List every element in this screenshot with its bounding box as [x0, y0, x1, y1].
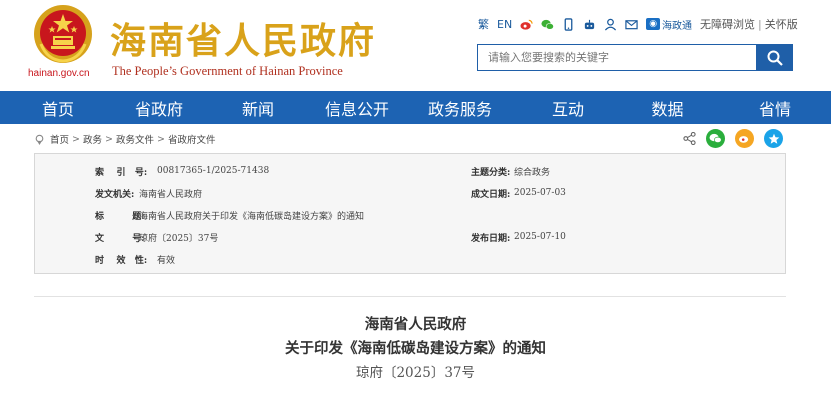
- document-metadata-table: 索 引 号: 00817365-1/2025-71438 主题分类: 综合政务 …: [34, 153, 786, 274]
- nav-item-services[interactable]: 政务服务: [400, 91, 520, 124]
- search-input[interactable]: [478, 45, 756, 70]
- header-toolbar: 繁 EN ◉ 海政通 无障碍浏览 | 关怀版: [478, 14, 798, 34]
- site-subtitle: The People’s Government of Hainan Provin…: [112, 64, 343, 78]
- wechat-share-icon[interactable]: [706, 129, 725, 148]
- meta-value-docno: 琼府〔2025〕37号: [139, 233, 219, 244]
- meta-row: 时 效 性: 有效: [35, 249, 785, 269]
- meta-value-published: 2025-07-10: [514, 232, 566, 242]
- app-badge-icon[interactable]: ◉: [646, 18, 661, 30]
- breadcrumb-affairs[interactable]: 政务: [83, 132, 102, 146]
- content-divider: [34, 296, 786, 297]
- mobile-icon[interactable]: [562, 17, 575, 31]
- weibo-icon[interactable]: [520, 18, 533, 31]
- star-icon[interactable]: [764, 129, 783, 148]
- nav-item-interaction[interactable]: 互动: [520, 91, 616, 124]
- meta-value-topic: 综合政务: [514, 167, 551, 178]
- meta-value-created: 2025-07-03: [514, 188, 566, 198]
- breadcrumb-separator: >: [72, 133, 80, 145]
- nav-item-home[interactable]: 首页: [0, 91, 116, 124]
- robot-icon[interactable]: [583, 18, 596, 31]
- site-header: hainan.gov.cn 海南省人民政府 The People’s Gover…: [0, 0, 831, 91]
- document-title: 关于印发《海南低碳岛建设方案》的通知: [285, 340, 546, 357]
- nav-item-government[interactable]: 省政府: [116, 91, 202, 124]
- app-link[interactable]: 海政通: [662, 17, 692, 32]
- national-emblem-icon[interactable]: [33, 4, 93, 64]
- accessibility-link[interactable]: 无障碍浏览: [700, 16, 755, 32]
- document-number: 琼府〔2025〕37号: [355, 365, 476, 381]
- site-title[interactable]: 海南省人民政府: [110, 12, 376, 64]
- meta-label-published: 发布日期:: [471, 233, 511, 244]
- meta-label-index: 索 引 号:: [95, 167, 148, 178]
- meta-row: 发文机关: 海南省人民政府 成文日期: 2025-07-03: [35, 183, 785, 203]
- tool-separator: |: [758, 17, 762, 31]
- mail-icon[interactable]: [625, 18, 638, 31]
- search-box: [477, 44, 757, 71]
- elderly-mode-link[interactable]: 关怀版: [765, 16, 798, 32]
- meta-row: 文 号: 琼府〔2025〕37号 发布日期: 2025-07-10: [35, 227, 785, 247]
- breadcrumb-provincial-documents[interactable]: 省政府文件: [168, 132, 216, 146]
- share-bar: [683, 129, 783, 148]
- breadcrumb-separator: >: [105, 133, 113, 145]
- meta-row: 索 引 号: 00817365-1/2025-71438 主题分类: 综合政务: [35, 161, 785, 181]
- meta-label-validity: 时 效 性:: [95, 255, 148, 266]
- nav-item-info-disclosure[interactable]: 信息公开: [314, 91, 400, 124]
- nav-item-province-info[interactable]: 省情: [719, 91, 831, 124]
- nav-item-news[interactable]: 新闻: [202, 91, 314, 124]
- meta-label-issuer: 发文机关:: [95, 189, 135, 200]
- meta-label-created: 成文日期:: [471, 189, 511, 200]
- wechat-icon[interactable]: [541, 18, 555, 31]
- english-link[interactable]: EN: [497, 14, 512, 34]
- home-icon: [35, 134, 44, 145]
- traditional-chinese-link[interactable]: 繁: [478, 14, 489, 34]
- weibo-share-icon[interactable]: [735, 129, 754, 148]
- meta-value-title: 海南省人民政府关于印发《海南低碳岛建设方案》的通知: [139, 211, 365, 222]
- meta-label-docno: 文 号:: [95, 233, 145, 244]
- search-icon: [767, 50, 783, 66]
- meta-value-validity: 有效: [157, 255, 176, 266]
- nav-item-data[interactable]: 数据: [616, 91, 719, 124]
- user-icon[interactable]: [604, 18, 617, 31]
- meta-value-issuer: 海南省人民政府: [139, 189, 203, 200]
- breadcrumb-documents[interactable]: 政务文件: [116, 132, 154, 146]
- search-button[interactable]: [757, 44, 793, 71]
- share-icon[interactable]: [683, 132, 696, 145]
- main-nav: 首页 省政府 新闻 信息公开 政务服务 互动 数据 省情: [0, 91, 831, 124]
- document-issuer: 海南省人民政府: [364, 316, 467, 333]
- breadcrumb-home[interactable]: 首页: [50, 132, 69, 146]
- meta-label-title: 标 题:: [95, 211, 145, 222]
- meta-label-topic: 主题分类:: [471, 167, 511, 178]
- meta-value-index: 00817365-1/2025-71438: [157, 166, 270, 176]
- breadcrumb-separator: >: [156, 133, 165, 145]
- meta-row: 标 题: 海南省人民政府关于印发《海南低碳岛建设方案》的通知: [35, 205, 785, 225]
- site-domain: hainan.gov.cn: [28, 68, 90, 79]
- breadcrumb: 首页 > 政务 > 政务文件 > 省政府文件: [34, 126, 786, 152]
